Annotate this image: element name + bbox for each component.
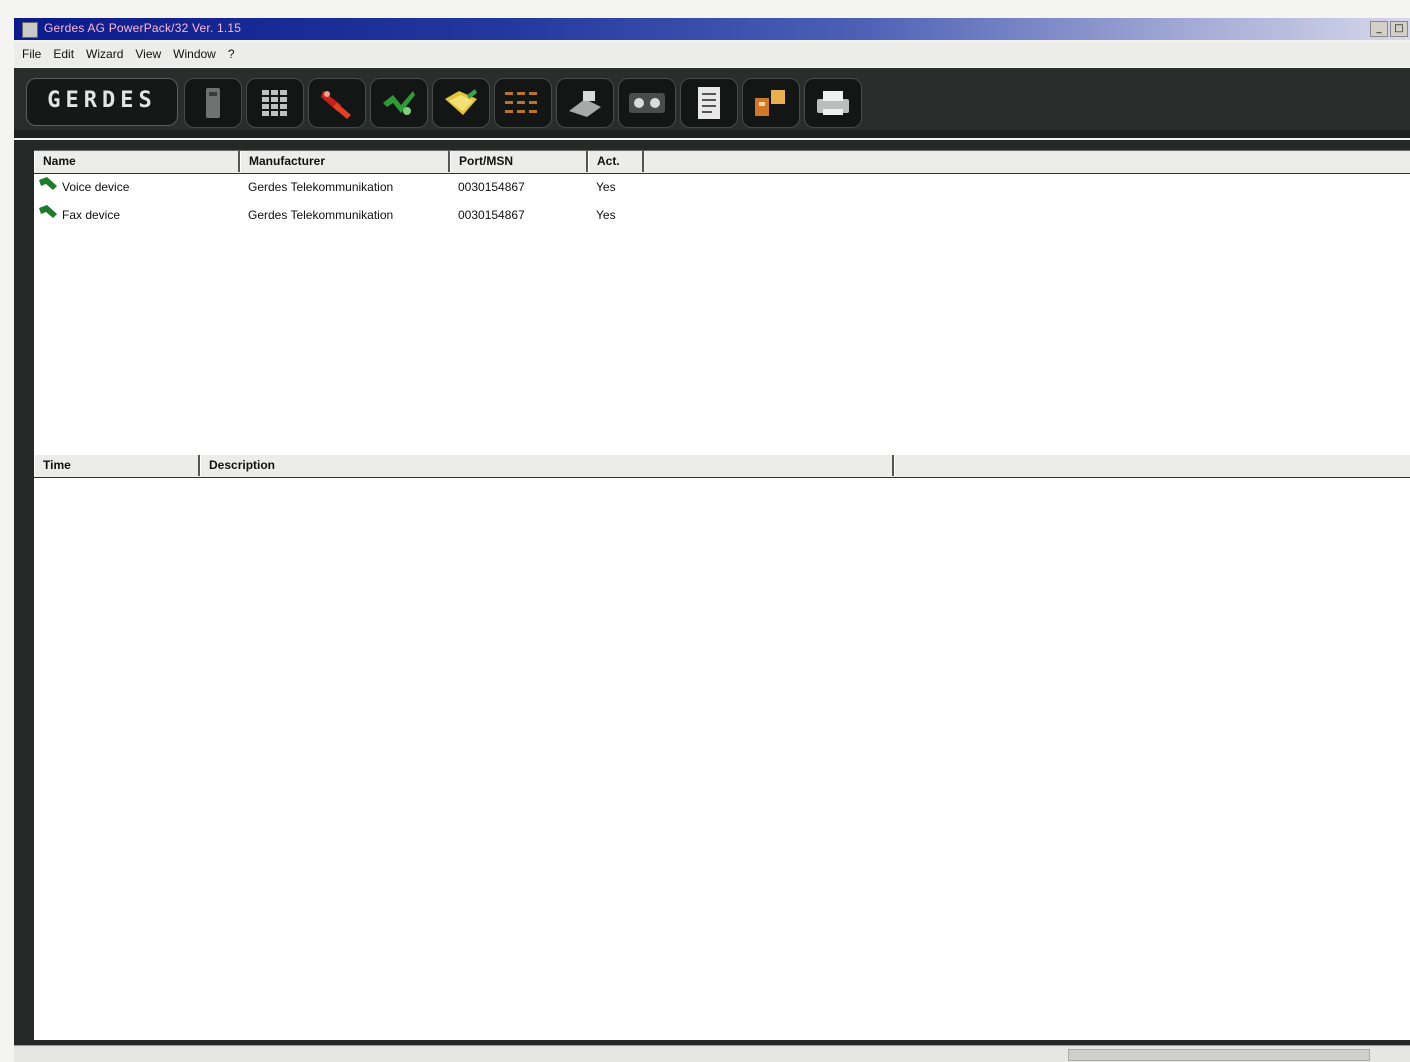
device-manufacturer: Gerdes Telekommunikation bbox=[248, 180, 394, 194]
connect-button[interactable] bbox=[308, 78, 366, 128]
menu-view[interactable]: View bbox=[135, 47, 161, 61]
phone-button[interactable] bbox=[184, 78, 242, 128]
window-title: Gerdes AG PowerPack/32 Ver. 1.15 bbox=[44, 21, 242, 35]
menu-edit[interactable]: Edit bbox=[53, 47, 74, 61]
menu-wizard[interactable]: Wizard bbox=[86, 47, 123, 61]
device-row[interactable]: Fax device Gerdes Telekommunikation 0030… bbox=[34, 202, 1410, 228]
device-icon bbox=[39, 177, 57, 190]
toolbar: GERDES bbox=[14, 68, 1410, 138]
menu-bar: File Edit Wizard View Window ? bbox=[14, 42, 1410, 66]
device-active: Yes bbox=[596, 208, 616, 222]
title-bar[interactable]: Gerdes AG PowerPack/32 Ver. 1.15 _ □ bbox=[14, 18, 1410, 40]
fax-button[interactable] bbox=[556, 78, 614, 128]
log-list: Time Description bbox=[34, 455, 1410, 1040]
keypad-icon bbox=[262, 90, 287, 116]
document-button[interactable] bbox=[680, 78, 738, 128]
status-panel bbox=[1068, 1049, 1370, 1061]
transfer-icon bbox=[755, 90, 785, 116]
status-bar bbox=[14, 1045, 1410, 1062]
phone-handset-icon bbox=[206, 88, 220, 118]
minimize-button[interactable]: _ bbox=[1370, 21, 1388, 37]
main-area: Name Manufacturer Port/MSN Act. Voice de… bbox=[14, 140, 1410, 1045]
device-port: 0030154867 bbox=[458, 208, 525, 222]
green-plug-icon bbox=[383, 91, 415, 115]
column-header-manufacturer[interactable]: Manufacturer bbox=[240, 151, 450, 172]
column-header-port[interactable]: Port/MSN bbox=[450, 151, 588, 172]
log-list-header: Time Description bbox=[34, 455, 1410, 478]
plug-button[interactable] bbox=[370, 78, 428, 128]
fax-machine-icon bbox=[569, 91, 601, 117]
register-grid-icon bbox=[505, 92, 537, 113]
keypad-button[interactable] bbox=[246, 78, 304, 128]
menu-window[interactable]: Window bbox=[173, 47, 216, 61]
column-header-name[interactable]: Name bbox=[34, 151, 240, 172]
device-row[interactable]: Voice device Gerdes Telekommunikation 00… bbox=[34, 174, 1410, 200]
menu-file[interactable]: File bbox=[22, 47, 41, 61]
column-header-empty[interactable] bbox=[894, 455, 1410, 476]
window-controls: _ □ bbox=[1370, 21, 1408, 37]
tape-button[interactable] bbox=[618, 78, 676, 128]
device-icon bbox=[39, 205, 57, 218]
menu-help[interactable]: ? bbox=[228, 47, 235, 61]
tape-reels-icon bbox=[629, 93, 665, 113]
document-icon bbox=[698, 87, 720, 119]
gerdes-logo[interactable]: GERDES bbox=[26, 78, 178, 126]
red-connector-icon bbox=[321, 91, 351, 119]
transfer-button[interactable] bbox=[742, 78, 800, 128]
toolbar-edge bbox=[14, 130, 1410, 138]
register-button[interactable] bbox=[494, 78, 552, 128]
app-window: Gerdes AG PowerPack/32 Ver. 1.15 _ □ Fil… bbox=[0, 0, 1410, 1062]
device-list: Name Manufacturer Port/MSN Act. Voice de… bbox=[34, 150, 1410, 456]
device-list-header: Name Manufacturer Port/MSN Act. bbox=[34, 151, 1410, 174]
column-header-description[interactable]: Description bbox=[200, 455, 894, 476]
app-icon[interactable] bbox=[22, 22, 38, 38]
device-port: 0030154867 bbox=[458, 180, 525, 194]
device-name: Fax device bbox=[62, 208, 121, 222]
printer-icon bbox=[817, 91, 849, 115]
maximize-button[interactable]: □ bbox=[1390, 21, 1408, 37]
column-header-active[interactable]: Act. bbox=[588, 151, 644, 172]
column-header-time[interactable]: Time bbox=[34, 455, 200, 476]
device-name: Voice device bbox=[62, 180, 130, 194]
device-active: Yes bbox=[596, 180, 616, 194]
print-button[interactable] bbox=[804, 78, 862, 128]
device-manufacturer: Gerdes Telekommunikation bbox=[248, 208, 394, 222]
yellow-folder-icon bbox=[445, 89, 477, 115]
folder-button[interactable] bbox=[432, 78, 490, 128]
